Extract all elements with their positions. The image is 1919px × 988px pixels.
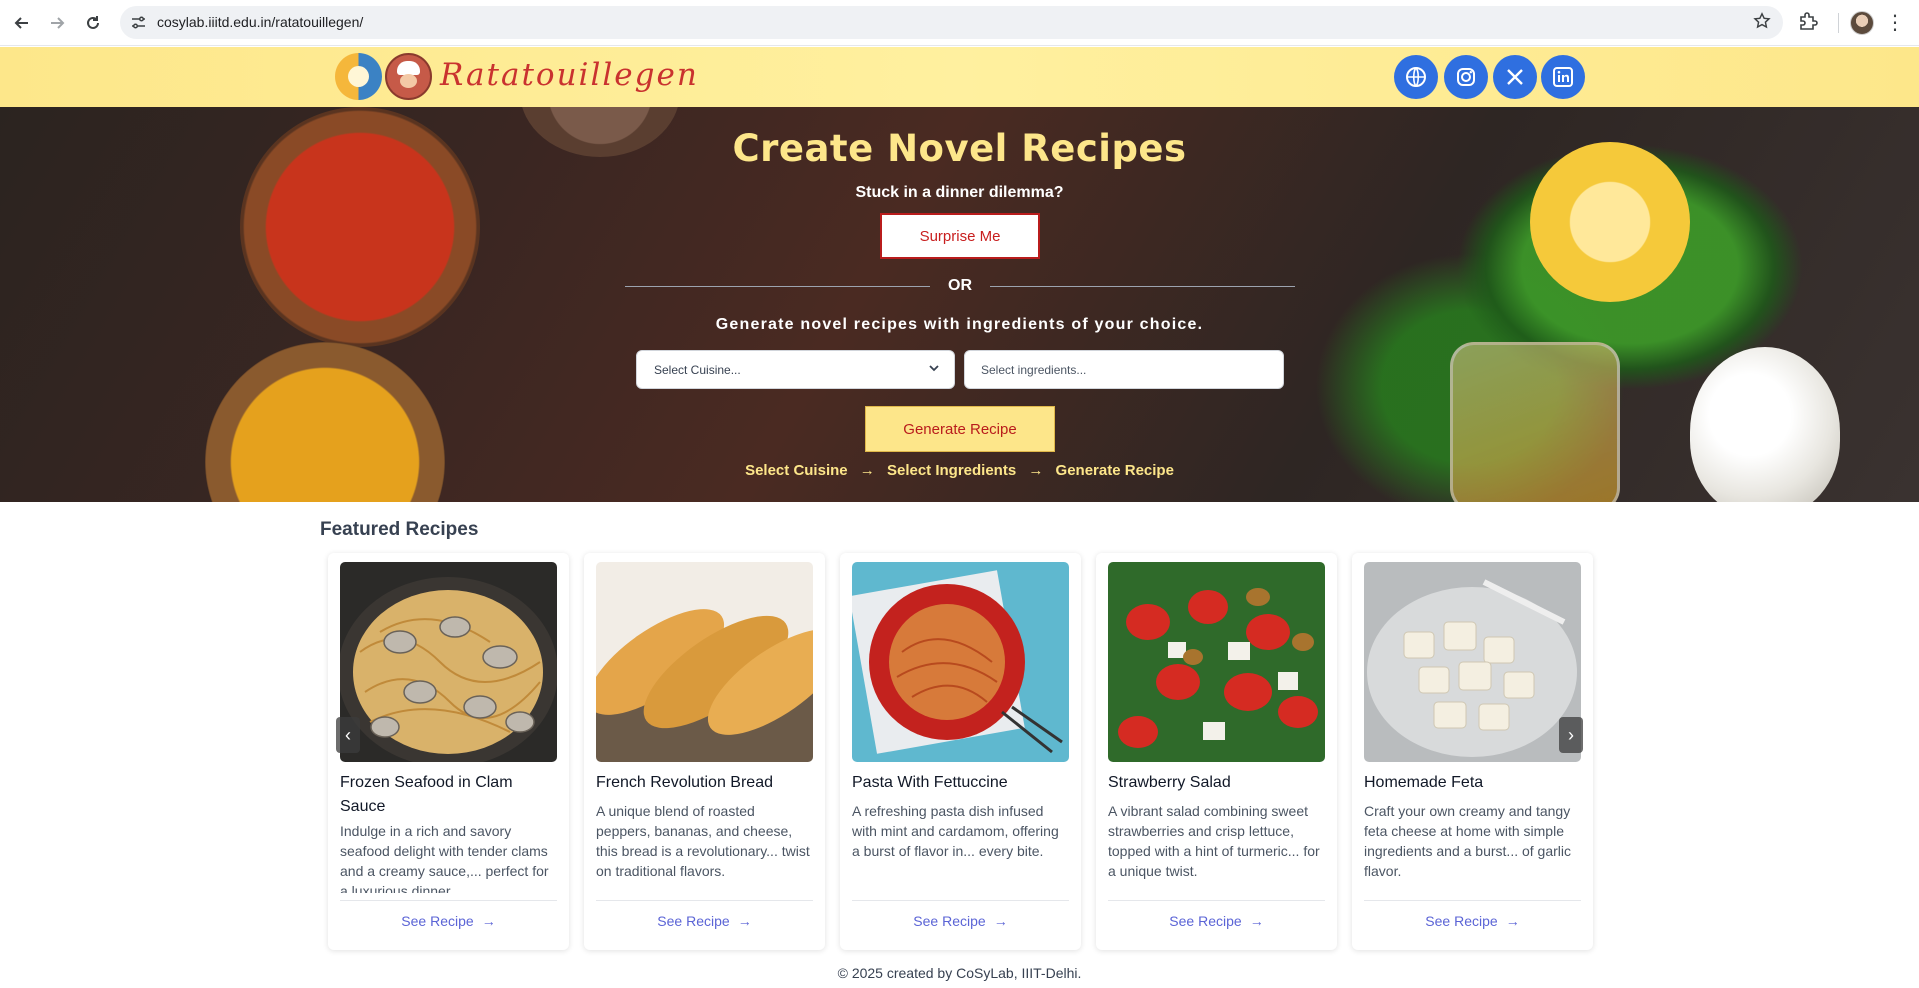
see-recipe-label: See Recipe: [913, 913, 986, 929]
divider-right: [990, 286, 1295, 287]
arrow-right-icon: →: [993, 913, 1008, 929]
featured-recipes-heading: Featured Recipes: [320, 519, 479, 540]
divider-left: [625, 286, 930, 287]
hero-banner: Create Novel Recipes Stuck in a dinner d…: [0, 107, 1919, 502]
step-arrow-icon: →: [1028, 462, 1044, 479]
or-divider-label: OR: [948, 277, 972, 294]
card-divider: [1364, 900, 1581, 901]
ingredients-input[interactable]: [965, 351, 1283, 388]
chevron-down-icon: [928, 362, 940, 377]
card-divider: [340, 900, 557, 901]
recipe-description: Indulge in a rich and savory seafood del…: [340, 823, 549, 893]
step-generate-recipe: Generate Recipe: [1055, 462, 1174, 479]
brand-logo-chef-icon[interactable]: [385, 53, 432, 100]
recipe-title[interactable]: Pasta With Fettuccine: [852, 771, 1069, 795]
step-select-ingredients: Select Ingredients: [886, 462, 1017, 479]
carousel-prev-button[interactable]: ‹: [336, 717, 360, 753]
cuisine-select-value: Select Cuisine...: [654, 363, 741, 377]
url-text[interactable]: cosylab.iiitd.edu.in/ratatouillegen/: [157, 14, 363, 30]
recipe-card[interactable]: Homemade Feta Craft your own creamy and …: [1352, 553, 1593, 950]
recipe-card[interactable]: Strawberry Salad A vibrant salad combini…: [1096, 553, 1337, 950]
recipe-title[interactable]: Frozen Seafood in Clam Sauce: [340, 771, 557, 819]
baguettes-image[interactable]: [596, 562, 813, 762]
arrow-right-icon: →: [481, 913, 496, 929]
x-twitter-icon[interactable]: [1493, 55, 1537, 99]
reload-icon[interactable]: [80, 10, 106, 36]
step-arrow-icon: →: [859, 462, 875, 479]
step-select-cuisine: Select Cuisine: [745, 462, 848, 479]
see-recipe-link[interactable]: See Recipe →: [584, 906, 825, 936]
toolbar-separator: [1838, 13, 1839, 33]
card-divider: [596, 900, 813, 901]
profile-avatar[interactable]: [1850, 11, 1874, 35]
recipe-title[interactable]: French Revolution Bread: [596, 771, 813, 795]
arrow-right-icon: →: [737, 913, 752, 929]
recipe-card[interactable]: Pasta With Fettuccine A refreshing pasta…: [840, 553, 1081, 950]
recipe-title[interactable]: Homemade Feta: [1364, 771, 1581, 795]
site-info-icon[interactable]: [130, 14, 147, 31]
cuisine-select[interactable]: Select Cuisine...: [636, 350, 955, 389]
brand-name[interactable]: Ratatouillegen: [440, 57, 699, 93]
see-recipe-label: See Recipe: [1425, 913, 1498, 929]
arrow-right-icon: →: [1249, 913, 1264, 929]
steps-guide: Select Cuisine → Select Ingredients → Ge…: [0, 462, 1919, 479]
generate-recipe-button[interactable]: Generate Recipe: [865, 406, 1055, 452]
arrow-right-icon: →: [1505, 913, 1520, 929]
ingredients-field[interactable]: [964, 350, 1284, 389]
recipe-description: A unique blend of roasted peppers, banan…: [596, 803, 810, 879]
carousel-next-button[interactable]: ›: [1559, 717, 1583, 753]
address-bar[interactable]: cosylab.iiitd.edu.in/ratatouillegen/: [120, 6, 1783, 39]
see-recipe-label: See Recipe: [1169, 913, 1242, 929]
instagram-icon[interactable]: [1444, 55, 1488, 99]
linkedin-icon[interactable]: [1541, 55, 1585, 99]
hero-subtitle: Stuck in a dinner dilemma?: [855, 184, 1064, 201]
footer-credit: © 2025 created by CoSyLab, IIIT-Delhi.: [837, 965, 1082, 981]
see-recipe-link[interactable]: See Recipe →: [328, 906, 569, 936]
extensions-puzzle-icon[interactable]: [1797, 10, 1823, 36]
site-header: Ratatouillegen: [0, 47, 1919, 107]
recipe-card[interactable]: French Revolution Bread A unique blend o…: [584, 553, 825, 950]
clam-pasta-image[interactable]: [340, 562, 557, 762]
see-recipe-label: See Recipe: [401, 913, 474, 929]
browser-toolbar: cosylab.iiitd.edu.in/ratatouillegen/ ⋮: [0, 0, 1919, 46]
globe-icon[interactable]: [1394, 55, 1438, 99]
recipe-description: A vibrant salad combining sweet strawber…: [1108, 803, 1320, 879]
bookmark-star-icon[interactable]: [1753, 12, 1771, 35]
card-divider: [852, 900, 1069, 901]
see-recipe-link[interactable]: See Recipe →: [1352, 906, 1593, 936]
hero-title: Create Novel Recipes: [732, 127, 1187, 170]
see-recipe-link[interactable]: See Recipe →: [1096, 906, 1337, 936]
card-divider: [1108, 900, 1325, 901]
recipe-description: Craft your own creamy and tangy feta che…: [1364, 803, 1572, 879]
recipe-title[interactable]: Strawberry Salad: [1108, 771, 1325, 795]
recipe-description: A refreshing pasta dish infused with min…: [852, 803, 1059, 859]
feta-image[interactable]: [1364, 562, 1581, 762]
surprise-me-button[interactable]: Surprise Me: [880, 213, 1040, 259]
recipe-card[interactable]: Frozen Seafood in Clam Sauce Indulge in …: [328, 553, 569, 950]
browser-menu-kebab-icon[interactable]: ⋮: [1885, 10, 1905, 36]
see-recipe-label: See Recipe: [657, 913, 730, 929]
see-recipe-link[interactable]: See Recipe →: [840, 906, 1081, 936]
forward-arrow-icon[interactable]: [44, 10, 70, 36]
brand-logo-ying-yang-icon[interactable]: [335, 53, 382, 100]
fettuccine-image[interactable]: [852, 562, 1069, 762]
strawberry-salad-image[interactable]: [1108, 562, 1325, 762]
generate-instructions: Generate novel recipes with ingredients …: [715, 316, 1204, 333]
back-arrow-icon[interactable]: [9, 10, 35, 36]
